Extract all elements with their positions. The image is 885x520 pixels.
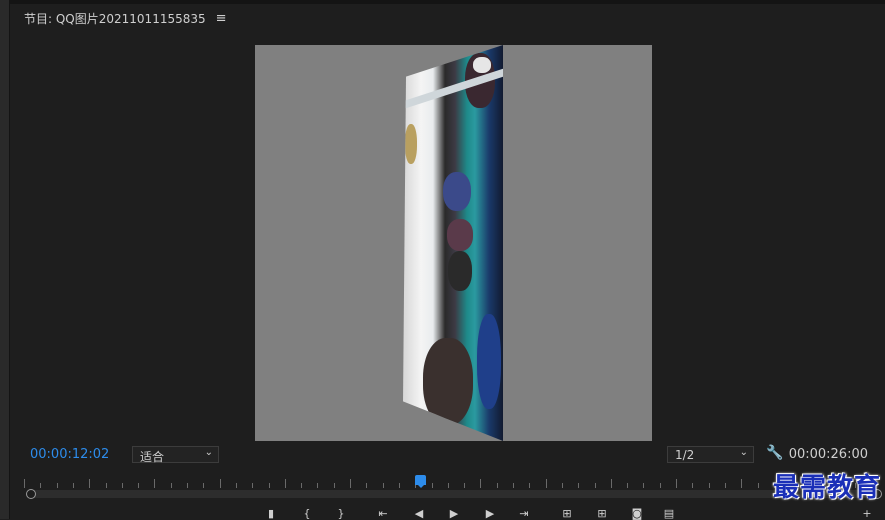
ruler-tick bbox=[284, 479, 286, 488]
scroll-handle-left[interactable] bbox=[26, 489, 36, 499]
mark-in-icon[interactable]: ▮ bbox=[264, 508, 278, 519]
ruler-tick bbox=[561, 483, 563, 488]
program-viewer[interactable] bbox=[255, 45, 652, 441]
mark-out-icon[interactable]: { bbox=[300, 508, 314, 519]
step-forward-icon[interactable]: ▶ bbox=[483, 508, 497, 519]
settings-wrench-icon[interactable]: 🔧 bbox=[766, 445, 783, 461]
chevron-down-icon: ⌄ bbox=[204, 447, 213, 458]
ruler-tick bbox=[154, 479, 156, 488]
ruler-tick bbox=[741, 479, 743, 488]
left-panel-edge bbox=[0, 0, 10, 519]
ruler-tick bbox=[317, 483, 319, 488]
zoom-scrollbar[interactable] bbox=[26, 489, 882, 499]
ruler-tick bbox=[431, 483, 433, 488]
ruler-tick bbox=[105, 483, 107, 488]
ruler-tick bbox=[252, 483, 254, 488]
ruler-tick bbox=[72, 483, 74, 488]
ruler-tick bbox=[464, 483, 466, 488]
ruler-tick bbox=[301, 483, 303, 488]
zoom-level-select[interactable]: 适合 ⌄ bbox=[132, 446, 219, 464]
ruler-tick bbox=[757, 483, 759, 488]
program-monitor-tab[interactable]: 节目: QQ图片20211011155835 ≡ bbox=[24, 10, 227, 27]
ruler-tick bbox=[366, 483, 368, 488]
ruler-tick bbox=[496, 483, 498, 488]
ruler-tick bbox=[545, 479, 547, 488]
ruler-tick bbox=[724, 483, 726, 488]
ruler-tick bbox=[447, 483, 449, 488]
ruler-tick bbox=[203, 483, 205, 488]
ruler-tick bbox=[24, 479, 25, 488]
ruler-tick bbox=[594, 483, 596, 488]
ruler-tick bbox=[187, 483, 188, 488]
zoom-level-value: 适合 bbox=[140, 450, 165, 464]
ruler-tick bbox=[578, 483, 580, 488]
export-frame-icon[interactable]: ◙ bbox=[630, 508, 644, 519]
step-back-frame-icon[interactable]: ◀ bbox=[412, 508, 426, 519]
ruler-tick bbox=[676, 479, 677, 488]
ruler-tick bbox=[40, 483, 42, 488]
hamburger-icon[interactable]: ≡ bbox=[216, 11, 227, 26]
ruler-tick bbox=[268, 483, 270, 488]
ruler-tick bbox=[56, 483, 58, 488]
panel-title: 节目: QQ图片20211011155835 bbox=[24, 12, 206, 26]
ruler-tick bbox=[170, 483, 172, 488]
ruler-tick bbox=[708, 483, 710, 488]
current-timecode[interactable]: 00:00:12:02 bbox=[30, 447, 109, 462]
duration-timecode: 00:00:26:00 bbox=[788, 447, 868, 462]
ruler-tick bbox=[529, 483, 531, 488]
ruler-tick bbox=[121, 483, 123, 488]
time-ruler[interactable] bbox=[24, 474, 873, 488]
go-to-out-icon[interactable]: ⇥ bbox=[517, 508, 531, 519]
ruler-tick bbox=[659, 483, 661, 488]
ruler-tick bbox=[89, 479, 91, 488]
ruler-tick bbox=[138, 483, 140, 488]
ruler-tick bbox=[480, 479, 482, 488]
ruler-tick bbox=[350, 479, 351, 488]
ruler-tick bbox=[219, 479, 221, 488]
step-back-icon[interactable]: ⇤ bbox=[376, 508, 390, 519]
ruler-tick bbox=[627, 483, 629, 488]
playhead[interactable] bbox=[415, 475, 426, 488]
add-icon[interactable]: + bbox=[860, 508, 874, 519]
ruler-tick bbox=[643, 483, 645, 488]
ruler-tick bbox=[610, 479, 612, 488]
watermark-logo: 最需教育 bbox=[772, 473, 881, 503]
playback-resolution-value: 1/2 bbox=[675, 448, 695, 462]
panel-top-border bbox=[10, 0, 885, 4]
video-frame-image bbox=[403, 45, 503, 441]
play-icon[interactable]: ▶ bbox=[447, 508, 461, 519]
ruler-tick bbox=[235, 483, 237, 488]
ruler-tick bbox=[513, 483, 514, 488]
ruler-tick bbox=[398, 483, 400, 488]
button-editor-icon[interactable]: ▤ bbox=[662, 508, 676, 519]
ruler-tick bbox=[692, 483, 694, 488]
overwrite-icon[interactable]: ⊞ bbox=[595, 508, 609, 519]
chevron-down-icon: ⌄ bbox=[739, 447, 748, 458]
ruler-tick bbox=[382, 483, 384, 488]
ruler-tick bbox=[333, 483, 335, 488]
insert-icon[interactable]: ⊞ bbox=[560, 508, 574, 519]
playback-resolution-select[interactable]: 1/2 ⌄ bbox=[667, 446, 754, 463]
transport-controls: ▮ { } ⇤ ◀ ▶ ▶ ⇥ ⊞ ⊞ ◙ ▤ + bbox=[0, 508, 885, 519]
go-to-in-icon[interactable]: } bbox=[334, 508, 348, 519]
